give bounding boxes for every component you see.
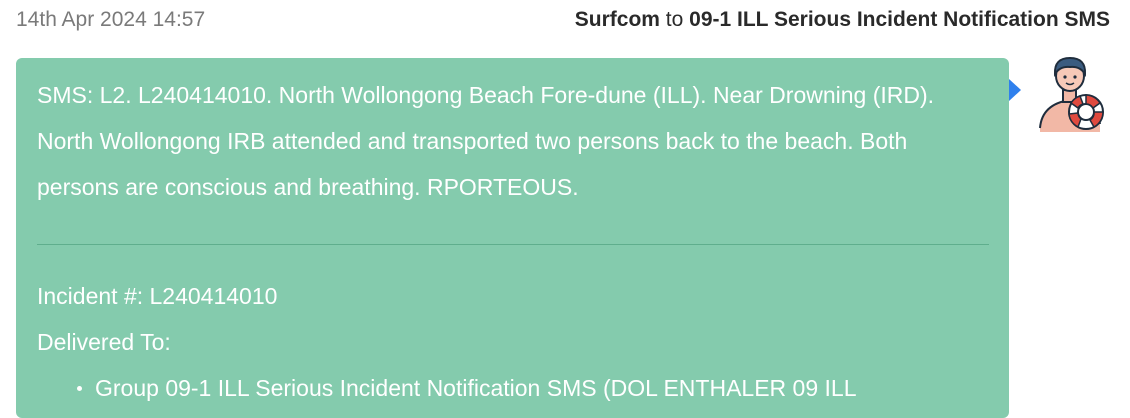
route-to-word: to bbox=[665, 8, 684, 31]
message-body-text: SMS: L2. L240414010. North Wollongong Be… bbox=[37, 82, 935, 200]
incident-number: Incident #: L240414010 bbox=[37, 283, 278, 309]
message-route: Surfcom to 09-1 ILL Serious Incident Not… bbox=[575, 8, 1110, 32]
bubble-pointer bbox=[1009, 79, 1021, 101]
message-timestamp: 14th Apr 2024 14:57 bbox=[16, 8, 206, 31]
delivered-to-label: Delivered To: bbox=[37, 329, 171, 355]
sender-name: Surfcom bbox=[574, 8, 660, 31]
message-divider bbox=[37, 244, 989, 245]
delivered-to-item: Group 09-1 ILL Serious Incident Notifica… bbox=[77, 365, 988, 411]
delivered-to-list: Group 09-1 ILL Serious Incident Notifica… bbox=[37, 365, 988, 411]
recipient-group-name: 09-1 ILL Serious Incident Notification S… bbox=[689, 8, 1110, 31]
lifeguard-avatar-icon bbox=[1030, 52, 1112, 134]
message-bubble: SMS: L2. L240414010. North Wollongong Be… bbox=[16, 58, 1009, 418]
